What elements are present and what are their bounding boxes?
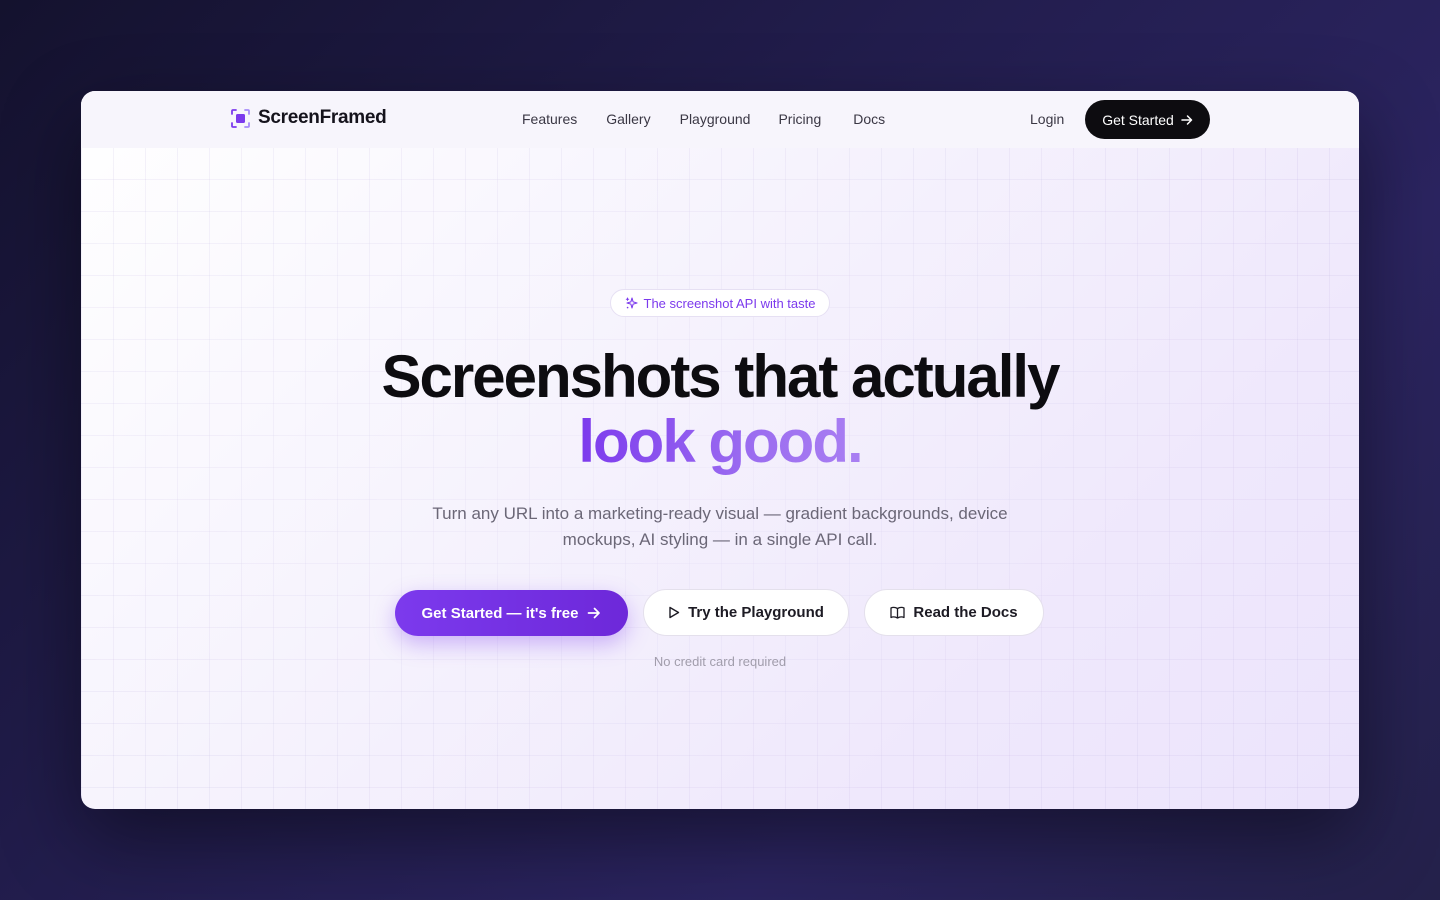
nav-link-pricing[interactable]: Pricing (778, 111, 821, 127)
read-docs-button[interactable]: Read the Docs (864, 589, 1044, 636)
arrow-right-icon (587, 606, 601, 620)
get-started-free-button[interactable]: Get Started — it's free (395, 590, 628, 636)
get-started-free-label: Get Started — it's free (421, 604, 579, 622)
hero-subtext: Turn any URL into a marketing-ready visu… (420, 501, 1020, 553)
arrow-right-icon (1181, 114, 1193, 126)
grid-background (81, 147, 1359, 809)
nav-link-features[interactable]: Features (522, 111, 577, 127)
nav-link-playground[interactable]: Playground (680, 111, 751, 127)
badge-text: The screenshot API with taste (643, 295, 816, 311)
hero-headline-accent: look good. (81, 409, 1359, 475)
read-docs-label: Read the Docs (913, 604, 1018, 621)
nav-link-gallery[interactable]: Gallery (606, 111, 650, 127)
brand-name: ScreenFramed (258, 107, 387, 128)
nav-links: Features Gallery Playground Pricing Docs (522, 111, 885, 127)
browser-frame: ScreenFramed Features Gallery Playground… (81, 91, 1359, 809)
tagline-badge: The screenshot API with taste (610, 289, 830, 317)
nav-get-started-label: Get Started (1102, 111, 1174, 128)
hero-subtext-line-1: Turn any URL into a marketing-ready visu… (432, 504, 1008, 523)
login-link[interactable]: Login (1030, 111, 1064, 127)
brand-logo[interactable]: ScreenFramed (231, 107, 387, 129)
play-icon (668, 606, 680, 619)
top-navbar: ScreenFramed Features Gallery Playground… (81, 91, 1359, 148)
no-credit-card-note: No credit card required (653, 654, 787, 669)
try-playground-label: Try the Playground (688, 604, 824, 621)
hero-headline-accent-text: look good. (578, 408, 863, 475)
try-playground-button[interactable]: Try the Playground (643, 589, 849, 636)
nav-get-started-button[interactable]: Get Started (1085, 100, 1210, 139)
screen-frame-icon (231, 108, 250, 128)
hero-headline: Screenshots that actually (381, 343, 1061, 410)
nav-link-docs[interactable]: Docs (853, 111, 885, 127)
book-open-icon (890, 606, 906, 619)
sparkle-icon (625, 296, 638, 310)
hero-subtext-line-2: mockups, AI styling — in a single API ca… (562, 530, 878, 549)
